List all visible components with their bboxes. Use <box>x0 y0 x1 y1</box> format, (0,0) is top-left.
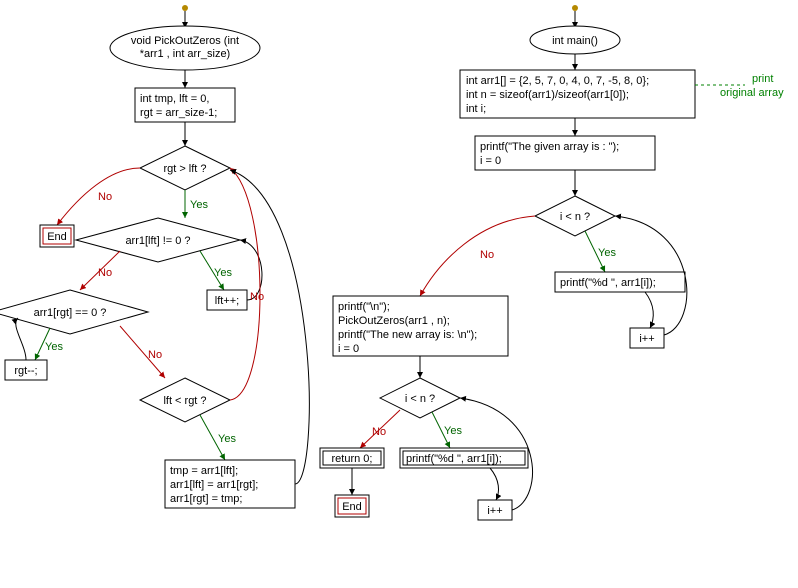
text-m-pr2: printf("%d ", arr1[i]); <box>406 453 502 465</box>
label-no-m-q2: No <box>372 426 386 438</box>
text-p-q2: arr1[lft] != 0 ? <box>125 235 190 247</box>
text-p-q4: lft < rgt ? <box>163 395 206 407</box>
label-yes-p-q2: Yes <box>214 267 232 279</box>
text-m-p1-l1: printf("The given array is : "); <box>480 141 619 153</box>
label-no-p-q2: No <box>98 267 112 279</box>
text-p-sig-l1: void PickOutZeros (int <box>131 35 239 47</box>
text-m-q1: i < n ? <box>560 211 590 223</box>
text-m-pr1: printf("%d ", arr1[i]); <box>560 277 656 289</box>
label-yes-p-q1: Yes <box>190 199 208 211</box>
text-p-swap-l2: arr1[lft] = arr1[rgt]; <box>170 479 258 491</box>
text-m-init-l1: int arr1[] = {2, 5, 7, 0, 4, 0, 7, -5, 8… <box>466 75 649 87</box>
text-comment-2: original array <box>720 87 784 99</box>
label-no-p-q3: No <box>148 349 162 361</box>
text-m-call-l2: PickOutZeros(arr1 , n); <box>338 315 450 327</box>
edge-p-swap-back <box>230 170 309 484</box>
node-p-end: End <box>40 225 74 247</box>
text-p-swap-l1: tmp = arr1[lft]; <box>170 465 238 477</box>
text-m-call-l1: printf("\n"); <box>338 301 390 313</box>
text-p-init-l1: int tmp, lft = 0, <box>140 93 209 105</box>
text-m-end: End <box>342 501 362 513</box>
text-m-sig: int main() <box>552 35 598 47</box>
label-no-m-q1: No <box>480 249 494 261</box>
text-p-swap-l3: arr1[rgt] = tmp; <box>170 493 242 505</box>
text-m-inc1: i++ <box>639 333 654 345</box>
text-p-init-l2: rgt = arr_size-1; <box>140 107 217 119</box>
label-yes-m-q2: Yes <box>444 425 462 437</box>
entry-marker-right <box>572 5 578 11</box>
node-m-end: End <box>335 495 369 517</box>
text-m-ret: return 0; <box>332 453 373 465</box>
text-m-call-l4: i = 0 <box>338 343 359 355</box>
entry-marker-left <box>182 5 188 11</box>
text-p-rgtmm: rgt--; <box>14 365 37 377</box>
text-m-init-l2: int n = sizeof(arr1)/sizeof(arr1[0]); <box>466 89 629 101</box>
text-m-p1-l2: i = 0 <box>480 155 501 167</box>
label-yes-m-q1: Yes <box>598 247 616 259</box>
label-no-p-q1: No <box>98 191 112 203</box>
text-p-q1: rgt > lft ? <box>163 163 206 175</box>
text-m-inc2: i++ <box>487 505 502 517</box>
text-p-q3: arr1[rgt] == 0 ? <box>34 307 107 319</box>
text-m-init-l3: int i; <box>466 103 486 115</box>
text-m-q2: i < n ? <box>405 393 435 405</box>
text-comment-1: print <box>752 73 773 85</box>
edge-p-q4-no <box>230 168 260 400</box>
label-yes-p-q3: Yes <box>45 341 63 353</box>
text-p-lftpp: lft++; <box>215 295 239 307</box>
text-m-call-l3: printf("The new array is: \n"); <box>338 329 477 341</box>
text-p-sig-l2: *arr1 , int arr_size) <box>140 48 230 60</box>
label-no-p-q4: No <box>250 291 264 303</box>
flowchart-canvas: void PickOutZeros (int *arr1 , int arr_s… <box>0 0 798 588</box>
label-yes-p-q4: Yes <box>218 433 236 445</box>
edge-m-q1-no <box>420 216 535 296</box>
text-p-end: End <box>47 231 67 243</box>
